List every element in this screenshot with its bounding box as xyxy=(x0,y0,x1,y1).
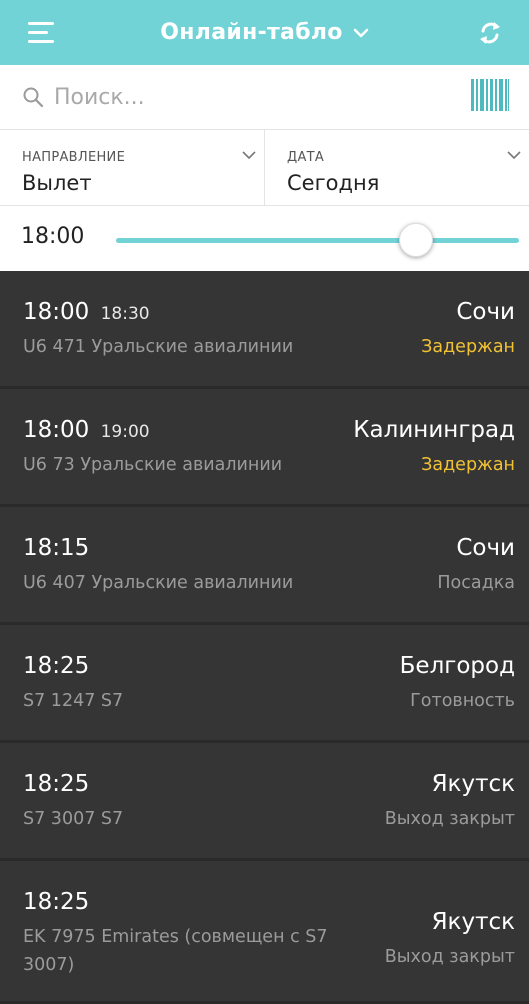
flight-info: S7 3007 S7 xyxy=(23,809,124,829)
flight-time: 18:00 18:30 xyxy=(23,299,150,325)
flight-status: Выход закрыт xyxy=(384,809,515,829)
flight-time: 18:25 xyxy=(23,889,89,915)
flight-info: S7 1247 S7 xyxy=(23,691,124,711)
direction-label: НАПРАВЛЕНИЕ xyxy=(22,150,126,165)
actual-time: 19:00 xyxy=(100,422,150,442)
time-slider-thumb[interactable] xyxy=(399,223,434,257)
flight-destination: Белгород xyxy=(399,653,515,679)
chevron-down-icon xyxy=(242,151,256,160)
flight-status: Готовность xyxy=(410,691,515,711)
flight-destination: Сочи xyxy=(456,299,515,325)
scheduled-time: 18:00 xyxy=(23,299,90,325)
flight-status: Посадка xyxy=(437,573,515,593)
filters: НАПРАВЛЕНИЕ Вылет ДАТА Сегодня xyxy=(0,130,529,206)
time-filter: 18:00 xyxy=(0,206,529,271)
flight-destination: Сочи xyxy=(456,535,515,561)
flight-info: U6 73 Уральские авиалинии xyxy=(23,455,283,475)
flight-destination: Якутск xyxy=(431,909,515,935)
flight-info: U6 471 Уральские авиалинии xyxy=(23,337,294,357)
time-slider[interactable] xyxy=(116,223,519,257)
app-header: Онлайн-табло xyxy=(0,0,529,65)
flight-info: EK 7975 Emirates (совмещен с S7 3007) xyxy=(23,927,328,975)
flight-status: Задержан xyxy=(421,337,515,357)
flight-list: 18:00 18:30 U6 471 Уральские авиалинии Соч… xyxy=(0,271,529,1004)
page-title: Онлайн-табло xyxy=(160,20,343,45)
date-select[interactable]: ДАТА Сегодня xyxy=(264,130,529,205)
scheduled-time: 18:25 xyxy=(23,889,90,915)
board-selector[interactable]: Онлайн-табло xyxy=(160,20,368,45)
flight-status: Задержан xyxy=(421,455,515,475)
flight-row[interactable]: 18:25 EK 7975 Emirates (совмещен с S7 300… xyxy=(0,861,529,1004)
actual-time: 18:30 xyxy=(100,304,150,324)
direction-value: Вылет xyxy=(22,171,92,195)
scheduled-time: 18:00 xyxy=(23,417,90,443)
flight-row[interactable]: 18:00 19:00 U6 73 Уральские авиалинии Кали… xyxy=(0,389,529,507)
flight-time: 18:25 xyxy=(23,771,89,797)
flight-destination: Якутск xyxy=(431,771,515,797)
time-filter-value: 18:00 xyxy=(21,224,85,249)
flight-time: 18:15 xyxy=(23,535,89,561)
flight-row[interactable]: 18:15 U6 407 Уральские авиалинии Сочи Посад… xyxy=(0,507,529,625)
direction-select[interactable]: НАПРАВЛЕНИЕ Вылет xyxy=(0,130,264,205)
flight-row[interactable]: 18:25 S7 3007 S7 Якутск Выход закрыт xyxy=(0,743,529,861)
search-icon xyxy=(23,87,44,108)
flight-row[interactable]: 18:25 S7 1247 S7 Белгород Готовность xyxy=(0,625,529,743)
flight-row[interactable]: 18:00 18:30 U6 471 Уральские авиалинии Соч… xyxy=(0,271,529,389)
flight-status: Выход закрыт xyxy=(384,947,515,967)
refresh-icon[interactable] xyxy=(475,18,505,48)
flight-destination: Калининград xyxy=(353,417,515,443)
menu-icon[interactable] xyxy=(28,22,54,44)
barcode-icon[interactable] xyxy=(471,79,509,111)
search-input[interactable] xyxy=(52,83,436,111)
flight-time: 18:25 xyxy=(23,653,89,679)
chevron-down-icon xyxy=(353,28,368,37)
scheduled-time: 18:15 xyxy=(23,535,90,561)
flight-time: 18:00 19:00 xyxy=(23,417,150,443)
chevron-down-icon xyxy=(507,151,521,160)
date-value: Сегодня xyxy=(287,171,380,195)
scheduled-time: 18:25 xyxy=(23,653,90,679)
flight-info: U6 407 Уральские авиалинии xyxy=(23,573,294,593)
search-bar xyxy=(0,65,529,130)
date-label: ДАТА xyxy=(287,150,325,165)
scheduled-time: 18:25 xyxy=(23,771,90,797)
